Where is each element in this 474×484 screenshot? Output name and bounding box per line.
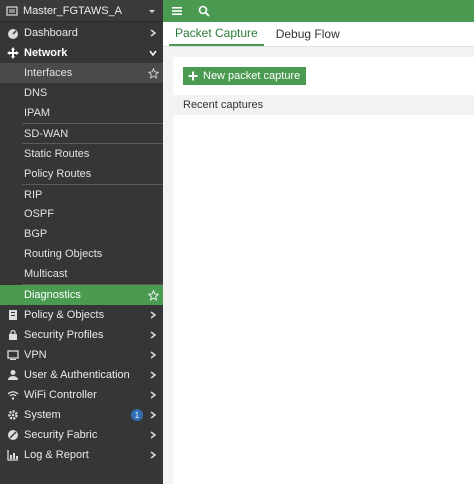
chevron-right-icon xyxy=(150,311,157,319)
lock-icon xyxy=(7,329,19,341)
sidebar-item-dashboard[interactable]: Dashboard xyxy=(0,23,163,43)
content-panel: New packet capture Recent captures xyxy=(173,57,474,484)
network-icon xyxy=(7,47,19,59)
sidebar-item-label: WiFi Controller xyxy=(24,389,97,401)
sidebar-subitem-bgp[interactable]: BGP xyxy=(0,224,163,244)
plus-icon xyxy=(188,71,198,81)
sidebar-subitem-label: RIP xyxy=(24,188,43,201)
sidebar-subitem-interfaces[interactable]: Interfaces xyxy=(0,63,163,83)
sidebar-item-label: User & Authentication xyxy=(24,369,130,381)
search-icon[interactable] xyxy=(198,5,210,17)
sidebar-item-policy-objects[interactable]: Policy & Objects xyxy=(0,305,163,325)
sidebar-item-security-profiles[interactable]: Security Profiles xyxy=(0,325,163,345)
chart-icon xyxy=(7,449,19,461)
recent-captures-header: Recent captures xyxy=(173,95,474,115)
sidebar-subitem-sdwan[interactable]: SD-WAN xyxy=(0,124,163,143)
sidebar-subitem-label: Interfaces xyxy=(24,67,73,79)
sidebar-subitem-label: SD-WAN xyxy=(24,127,69,140)
sidebar-subitem-label: OSPF xyxy=(24,208,54,220)
chevron-right-icon xyxy=(150,451,157,459)
sidebar-item-wifi-controller[interactable]: WiFi Controller xyxy=(0,385,163,405)
chevron-right-icon xyxy=(150,331,157,339)
sidebar-subitem-dns[interactable]: DNS xyxy=(0,83,163,103)
chevron-right-icon xyxy=(150,351,157,359)
star-icon[interactable] xyxy=(148,289,159,301)
sidebar-subitem-rip[interactable]: RIP xyxy=(0,185,163,204)
device-selector[interactable]: Master_FGTAWS_A xyxy=(0,0,163,22)
monitor-icon xyxy=(7,349,19,361)
sidebar-item-user-auth[interactable]: User & Authentication xyxy=(0,365,163,385)
chevron-down-icon xyxy=(149,50,157,57)
policy-icon xyxy=(7,309,19,321)
sidebar-item-label: Dashboard xyxy=(24,27,78,39)
new-packet-capture-label: New packet capture xyxy=(203,70,301,82)
chevron-right-icon xyxy=(150,431,157,439)
sidebar-subitem-ospf[interactable]: OSPF xyxy=(0,204,163,224)
tab-packet-capture[interactable]: Packet Capture xyxy=(169,21,264,46)
sidebar-item-label: System xyxy=(24,409,61,421)
dashboard-icon xyxy=(7,27,19,39)
sidebar-item-label: Policy & Objects xyxy=(24,309,105,321)
chevron-right-icon xyxy=(150,391,157,399)
sidebar-item-system[interactable]: System 1 xyxy=(0,405,163,425)
sidebar-item-label: Security Profiles xyxy=(24,329,104,341)
sidebar-subitem-label: Routing Objects xyxy=(24,248,103,260)
sidebar-subitem-routing-objects[interactable]: Routing Objects xyxy=(0,244,163,264)
sidebar-item-label: Log & Report xyxy=(24,449,89,461)
notification-badge: 1 xyxy=(131,409,143,421)
wifi-icon xyxy=(7,389,19,401)
sidebar-item-label: Security Fabric xyxy=(24,429,98,441)
sidebar-subitem-multicast[interactable]: Multicast xyxy=(0,264,163,284)
gear-icon xyxy=(7,409,19,421)
hamburger-menu-icon[interactable] xyxy=(171,5,183,17)
sidebar-subitem-static-routes[interactable]: Static Routes xyxy=(0,144,163,164)
chevron-right-icon xyxy=(150,371,157,379)
fabric-icon xyxy=(7,429,19,441)
sidebar-subitem-label: Diagnostics xyxy=(24,289,81,301)
chevron-right-icon xyxy=(150,411,157,419)
sidebar-item-label: Network xyxy=(24,47,68,59)
sidebar-subitem-label: DNS xyxy=(24,87,48,99)
sidebar-subitem-label: BGP xyxy=(24,228,48,240)
sidebar-subitem-ipam[interactable]: IPAM xyxy=(0,103,163,123)
sidebar-subitem-label: Policy Routes xyxy=(24,168,92,180)
sidebar-item-vpn[interactable]: VPN xyxy=(0,345,163,365)
sidebar-item-log-report[interactable]: Log & Report xyxy=(0,445,163,465)
star-icon[interactable] xyxy=(148,67,159,79)
device-name: Master_FGTAWS_A xyxy=(23,4,123,17)
device-icon xyxy=(6,5,18,16)
sidebar: Master_FGTAWS_A Dashboard Network Interf… xyxy=(0,0,163,484)
new-packet-capture-button[interactable]: New packet capture xyxy=(183,67,307,85)
user-icon xyxy=(7,369,19,381)
sidebar-subitem-label: IPAM xyxy=(24,107,51,119)
tab-bar: Packet Capture Debug Flow xyxy=(163,22,474,47)
sidebar-item-label: VPN xyxy=(24,349,47,361)
sidebar-subitem-policy-routes[interactable]: Policy Routes xyxy=(0,164,163,184)
tab-debug-flow[interactable]: Debug Flow xyxy=(270,21,346,46)
sidebar-item-network[interactable]: Network xyxy=(0,43,163,63)
sidebar-item-security-fabric[interactable]: Security Fabric xyxy=(0,425,163,445)
content-area: New packet capture Recent captures xyxy=(163,47,474,484)
sidebar-subitem-label: Multicast xyxy=(24,268,68,280)
chevron-right-icon xyxy=(150,29,157,37)
caret-down-icon xyxy=(149,9,155,13)
sidebar-subitem-label: Static Routes xyxy=(24,148,90,160)
sidebar-subitem-diagnostics[interactable]: Diagnostics xyxy=(0,285,163,305)
top-bar xyxy=(163,0,474,22)
